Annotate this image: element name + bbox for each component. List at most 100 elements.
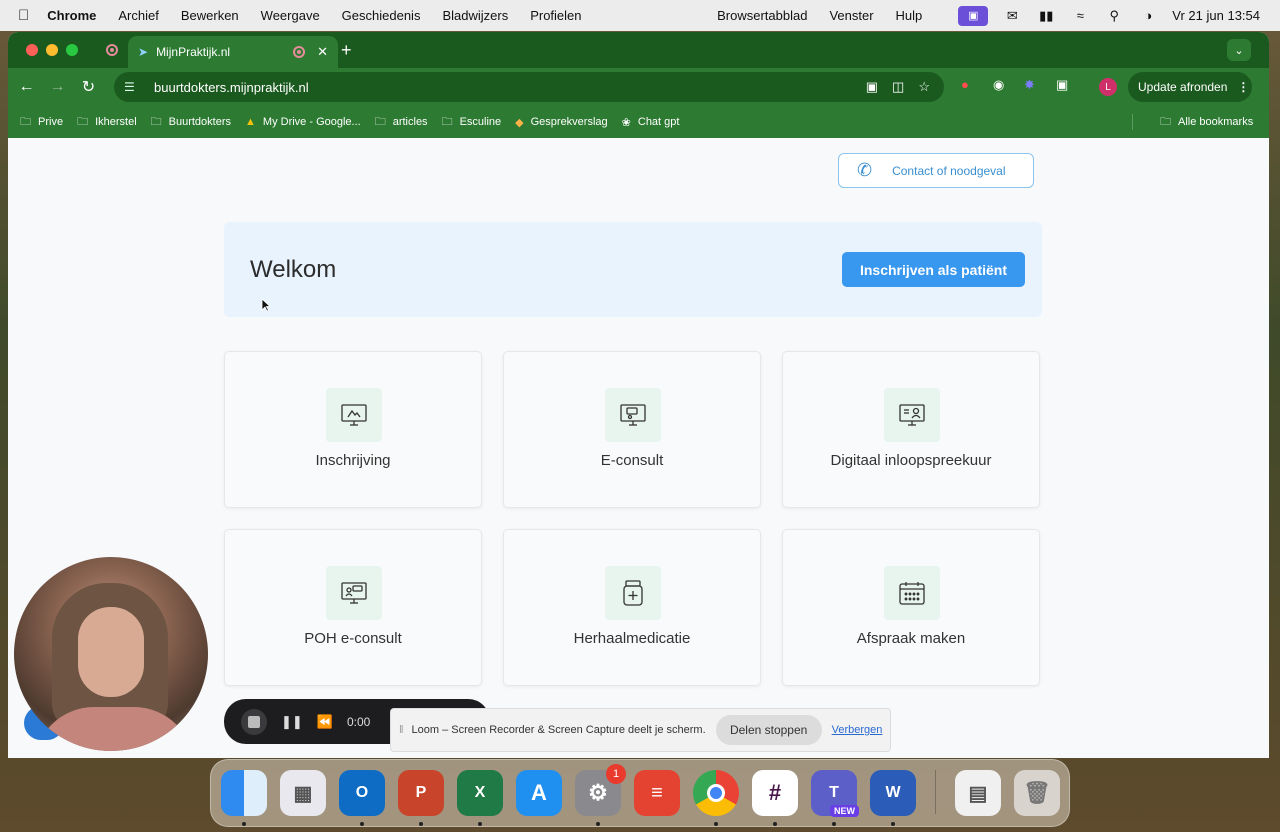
bookmark-my-drive[interactable]: ▲ My Drive - Google... — [245, 116, 361, 128]
new-tab-icon[interactable]: + — [341, 40, 352, 61]
control-center-icon[interactable]: ◑ — [1138, 8, 1158, 24]
bookmark-ikherstel[interactable]: 🗀 Ikherstel — [77, 113, 137, 132]
camera-icon[interactable]: ▣ — [866, 79, 878, 95]
stop-recording-button[interactable] — [241, 708, 267, 735]
outlook-status-icon[interactable]: ✉ — [1002, 8, 1022, 24]
launchpad-icon[interactable]: ▦ — [280, 770, 326, 816]
outlook-icon[interactable]: O — [339, 770, 385, 816]
extensions-puzzle-icon[interactable]: ▣ — [1056, 77, 1068, 93]
teams-new-badge: NEW — [830, 805, 859, 817]
apple-icon[interactable]:  — [18, 7, 29, 24]
pause-icon[interactable]: ❚❚ — [281, 714, 303, 730]
card-afspraak-maken[interactable]: Afspraak maken — [782, 529, 1040, 686]
menu-hulp[interactable]: Hulp — [896, 8, 923, 23]
google-drive-icon: ▲ — [245, 116, 256, 128]
menu-venster[interactable]: Venster — [829, 8, 873, 23]
tab-bar: ➤ MijnPraktijk.nl ✕ + ⌄ — [8, 32, 1269, 68]
menu-bar-right: Browsertabblad Venster Hulp ▣ ✉ ▮▮ ≈ ⚲ ◑… — [695, 0, 1260, 31]
macos-menu-bar:  Chrome Archief Bewerken Weergave Gesch… — [0, 0, 1280, 31]
card-inschrijving[interactable]: Inschrijving — [224, 351, 482, 508]
excel-icon[interactable]: X — [457, 770, 503, 816]
dock-divider — [935, 770, 936, 814]
menu-weergave[interactable]: Weergave — [261, 8, 320, 23]
tab-close-icon[interactable]: ✕ — [317, 44, 328, 60]
menu-archief[interactable]: Archief — [118, 8, 158, 23]
restart-icon[interactable]: ⏪ — [317, 714, 333, 730]
signup-button[interactable]: Inschrijven als patiënt — [842, 252, 1025, 287]
menu-app-name[interactable]: Chrome — [47, 8, 96, 23]
trash-icon[interactable]: 🗑 — [1014, 770, 1060, 816]
tab-search-icon[interactable]: ⌄ — [1227, 39, 1251, 61]
bookmark-prive[interactable]: 🗀 Prive — [20, 113, 63, 132]
loom-webcam-bubble[interactable] — [14, 557, 208, 751]
drag-handle-icon[interactable]: ‖ — [399, 724, 404, 736]
running-indicator — [714, 822, 718, 826]
extension-gear-icon[interactable]: ✸ — [1024, 77, 1035, 93]
hide-link[interactable]: Verbergen — [832, 724, 883, 736]
bookmark-all[interactable]: 🗀 Alle bookmarks — [1160, 106, 1253, 138]
bookmark-articles[interactable]: 🗀 articles — [375, 113, 428, 132]
search-icon[interactable]: ⚲ — [1104, 8, 1124, 24]
omnibox-icons: ▣ ◫ ☆ — [866, 79, 930, 95]
bookmark-star-icon[interactable]: ☆ — [918, 79, 930, 95]
card-label: E-consult — [600, 452, 664, 469]
finder-icon[interactable] — [221, 770, 267, 816]
folder-icon: 🗀 — [1160, 115, 1171, 128]
powerpoint-icon[interactable]: P — [398, 770, 444, 816]
card-herhaalmedicatie[interactable]: Herhaalmedicatie — [503, 529, 761, 686]
chrome-icon[interactable] — [693, 770, 739, 816]
bookmark-chat-gpt[interactable]: ❀ Chat gpt — [622, 116, 680, 129]
close-window-icon[interactable] — [26, 44, 38, 56]
card-label: POH e-consult — [304, 630, 402, 647]
minimize-window-icon[interactable] — [46, 44, 58, 56]
screen-share-icon[interactable]: ▣ — [958, 5, 989, 26]
back-icon[interactable]: ← — [11, 78, 42, 96]
menu-geschiedenis[interactable]: Geschiedenis — [342, 8, 421, 23]
extension-red-icon[interactable]: ● — [961, 77, 969, 92]
card-e-consult[interactable]: E-consult — [503, 351, 761, 508]
card-digitaal-inloopspreekuur[interactable]: Digitaal inloopspreekuur — [782, 351, 1040, 508]
running-indicator — [773, 822, 777, 826]
card-poh-e-consult[interactable]: POH e-consult — [224, 529, 482, 686]
bookmarks-bar: 🗀 Prive 🗀 Ikherstel 🗀 Buurtdokters ▲ My Driv… — [8, 106, 1269, 138]
url-text[interactable]: buurtdokters.mijnpraktijk.nl — [154, 80, 866, 95]
update-button[interactable]: Update afronden ⋮ — [1128, 72, 1252, 102]
menu-bewerken[interactable]: Bewerken — [181, 8, 239, 23]
e-consult-icon — [605, 388, 661, 442]
tab-mijnpraktijk[interactable]: ➤ MijnPraktijk.nl ✕ — [128, 36, 338, 68]
running-indicator — [242, 822, 246, 826]
menu-clock[interactable]: Vr 21 jun 13:54 — [1172, 8, 1260, 23]
menu-profielen[interactable]: Profielen — [530, 8, 581, 23]
update-label: Update afronden — [1138, 80, 1228, 94]
poh-e-consult-icon — [326, 566, 382, 620]
contact-label: Contact of noodgeval — [892, 163, 1006, 178]
word-icon[interactable]: W — [870, 770, 916, 816]
menu-bladwijzers[interactable]: Bladwijzers — [442, 8, 508, 23]
mouse-cursor-icon — [261, 298, 271, 312]
address-bar[interactable]: ☰ buurtdokters.mijnpraktijk.nl ▣ ◫ ☆ — [114, 72, 944, 102]
todoist-icon[interactable]: ≡ — [634, 770, 680, 816]
browser-toolbar: ← → ↻ ☰ buurtdokters.mijnpraktijk.nl ▣ ◫… — [8, 68, 1269, 106]
battery-icon[interactable]: ▮▮ — [1036, 8, 1056, 24]
profile-avatar[interactable]: L — [1099, 78, 1117, 96]
stop-sharing-button[interactable]: Delen stoppen — [715, 715, 822, 745]
inschrijving-icon — [326, 388, 382, 442]
bookmark-buurtdokters[interactable]: 🗀 Buurtdokters — [151, 113, 231, 132]
forward-icon[interactable]: → — [42, 78, 73, 96]
contact-button[interactable]: ✆ Contact of noodgeval — [838, 153, 1034, 188]
reload-icon[interactable]: ↻ — [73, 77, 104, 97]
cast-icon[interactable]: ◫ — [892, 79, 904, 95]
zoom-window-icon[interactable] — [66, 44, 78, 56]
app-store-icon[interactable]: A — [516, 770, 562, 816]
wifi-icon[interactable]: ≈ — [1070, 8, 1090, 24]
site-info-icon[interactable]: ☰ — [124, 80, 138, 94]
more-menu-icon[interactable]: ⋮ — [1237, 80, 1249, 94]
bookmark-gesprekverslag[interactable]: ◆ Gesprekverslag — [515, 116, 608, 129]
tab-title: MijnPraktijk.nl — [156, 45, 231, 59]
preview-icon[interactable]: ▤ — [955, 770, 1001, 816]
bookmark-esculine[interactable]: 🗀 Esculine — [442, 113, 502, 132]
folder-icon: 🗀 — [374, 115, 386, 128]
extension-globe-icon[interactable]: ◉ — [993, 77, 1004, 93]
slack-icon[interactable]: # — [752, 770, 798, 816]
menu-browsertabblad[interactable]: Browsertabblad — [717, 8, 807, 23]
